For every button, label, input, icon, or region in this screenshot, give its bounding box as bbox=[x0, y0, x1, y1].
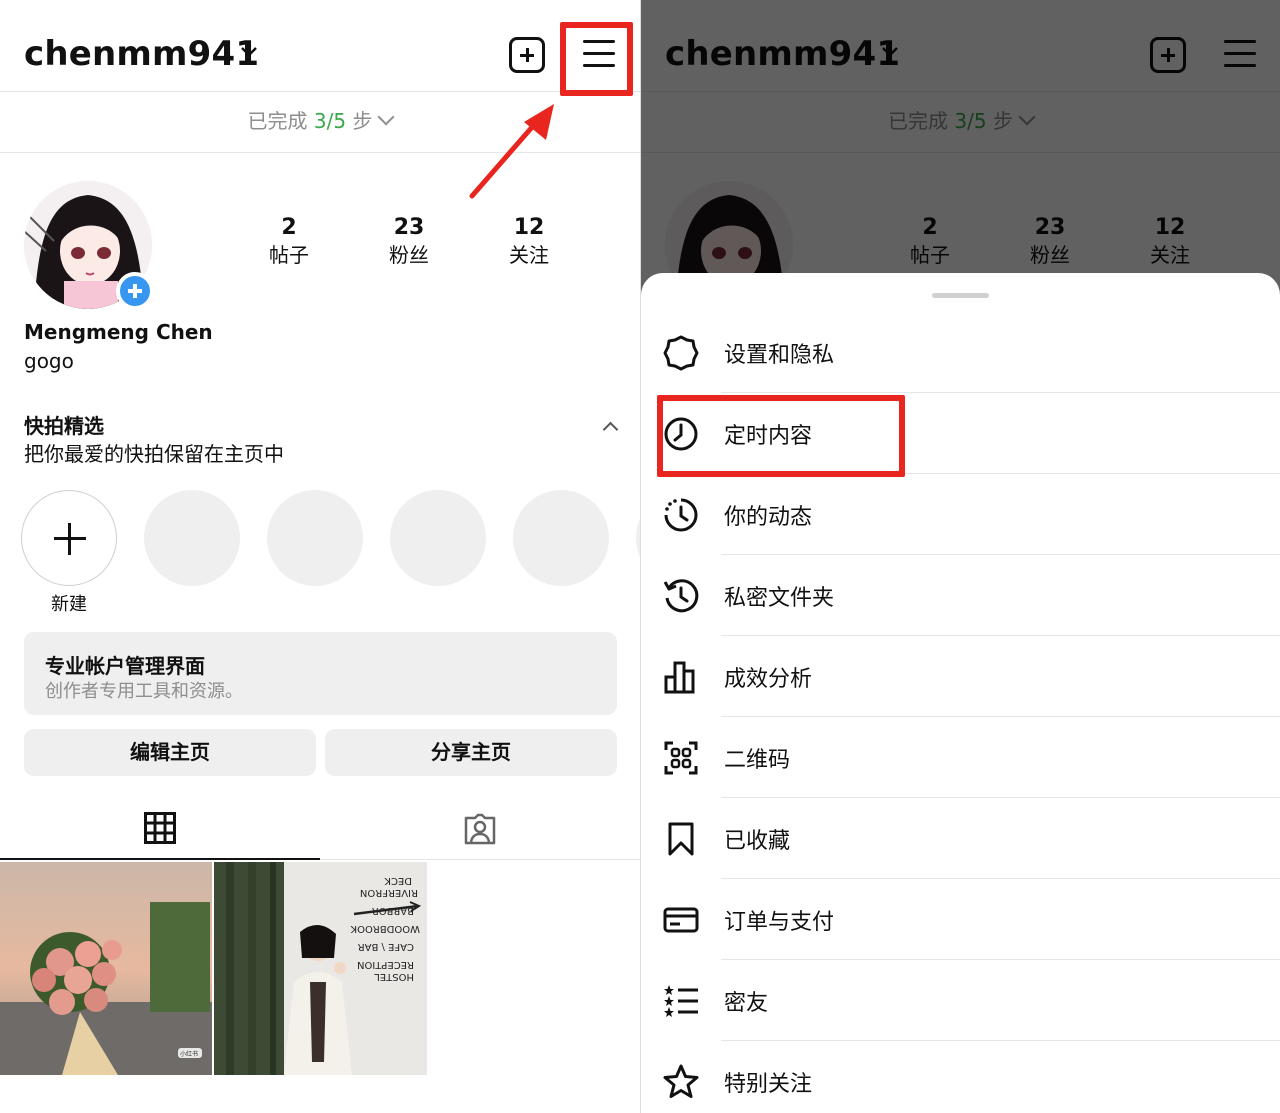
progress-prefix: 已完成 bbox=[247, 109, 308, 133]
sign-line: HOSTEL bbox=[374, 971, 414, 982]
stat-number: 12 bbox=[513, 215, 545, 240]
stat-number: 23 bbox=[393, 215, 425, 240]
new-highlight-label: 新建 bbox=[51, 594, 87, 615]
highlights-subtitle: 把你最爱的快拍保留在主页中 bbox=[24, 442, 284, 466]
qr-code-icon bbox=[664, 741, 698, 775]
highlight-placeholder bbox=[144, 490, 240, 586]
highlight-placeholder bbox=[513, 490, 609, 586]
sign-line: RECEPTION bbox=[357, 959, 414, 970]
stat-posts[interactable]: 2 帖子 bbox=[234, 214, 344, 268]
menu-item-saved[interactable]: 已收藏 bbox=[641, 799, 1280, 879]
menu-item-archive[interactable]: 私密文件夹 bbox=[641, 556, 1280, 636]
sign-line: RIVERFRON bbox=[360, 887, 418, 898]
new-highlight-button[interactable] bbox=[21, 490, 117, 586]
separator bbox=[721, 635, 1280, 636]
sign-line: CAFE \ BAR bbox=[358, 941, 414, 952]
separator bbox=[721, 392, 1280, 393]
menu-item-label: 私密文件夹 bbox=[724, 586, 835, 611]
grid-icon[interactable] bbox=[144, 812, 176, 844]
sheet-drag-handle[interactable] bbox=[932, 293, 989, 298]
post-thumbnail[interactable]: HOSTEL RECEPTION CAFE \ BAR WOODBROOK BA… bbox=[214, 862, 427, 1075]
highlight-annotation-box bbox=[657, 395, 905, 477]
menu-item-qr-code[interactable]: 二维码 bbox=[641, 718, 1280, 798]
sign-line: BARBOR bbox=[372, 905, 414, 916]
bar-chart-icon bbox=[664, 661, 695, 694]
menu-item-label: 已收藏 bbox=[724, 829, 791, 854]
menu-item-label: 密友 bbox=[724, 991, 769, 1016]
menu-item-favorites[interactable]: 特别关注 bbox=[641, 1042, 1280, 1113]
menu-item-close-friends[interactable]: 密友 bbox=[641, 961, 1280, 1041]
separator bbox=[721, 716, 1280, 717]
menu-item-label: 订单与支付 bbox=[724, 910, 835, 935]
menu-item-settings[interactable]: 设置和隐私 bbox=[641, 313, 1280, 393]
profile-header: chenmm941 bbox=[0, 0, 640, 92]
archive-history-icon bbox=[663, 579, 699, 613]
tagged-person-icon[interactable] bbox=[463, 812, 497, 846]
credit-card-icon bbox=[663, 907, 699, 933]
add-story-plus-icon[interactable] bbox=[116, 272, 154, 310]
separator bbox=[721, 797, 1280, 798]
separator bbox=[721, 959, 1280, 960]
menu-item-label: 成效分析 bbox=[724, 667, 813, 692]
highlight-placeholder bbox=[267, 490, 363, 586]
share-profile-button[interactable]: 分享主页 bbox=[325, 729, 617, 776]
bio: gogo bbox=[24, 349, 74, 373]
progress-value: 3/5 bbox=[313, 109, 347, 133]
stat-followers[interactable]: 23 粉丝 bbox=[354, 214, 464, 268]
stat-label: 粉丝 bbox=[389, 243, 429, 267]
sign-line: DECK bbox=[384, 875, 412, 886]
menu-item-label: 二维码 bbox=[724, 748, 791, 773]
post-badge: 小红书 bbox=[180, 1050, 198, 1058]
bookmark-icon bbox=[668, 822, 694, 856]
stat-number: 2 bbox=[281, 215, 297, 240]
active-tab-indicator bbox=[0, 858, 320, 860]
menu-item-your-activity[interactable]: 你的动态 bbox=[641, 475, 1280, 555]
stat-following[interactable]: 12 关注 bbox=[474, 214, 584, 268]
edit-profile-button[interactable]: 编辑主页 bbox=[24, 729, 316, 776]
tab-divider bbox=[320, 859, 640, 860]
hostel-wall-photo: HOSTEL RECEPTION CAFE \ BAR WOODBROOK BA… bbox=[214, 862, 427, 1075]
separator bbox=[721, 1040, 1280, 1041]
post-thumbnail[interactable]: 小红书 bbox=[0, 862, 212, 1075]
menu-item-label: 特别关注 bbox=[724, 1072, 813, 1097]
create-post-icon[interactable] bbox=[509, 37, 545, 73]
menu-item-orders-payments[interactable]: 订单与支付 bbox=[641, 880, 1280, 960]
menu-screen: chenmm941 已完成 3/5 步 2 帖子 23 粉丝 12 关注 bbox=[641, 0, 1280, 1113]
username-switcher[interactable]: chenmm941 bbox=[24, 34, 259, 74]
highlights-title: 快拍精选 bbox=[24, 414, 104, 438]
close-friends-list-icon bbox=[664, 985, 698, 1017]
sign-line: WOODBROOK bbox=[350, 923, 420, 934]
full-name: Mengmeng Chen bbox=[24, 320, 213, 344]
star-icon bbox=[663, 1064, 699, 1098]
separator bbox=[721, 878, 1280, 879]
stat-label: 帖子 bbox=[269, 243, 309, 267]
highlight-placeholder bbox=[390, 490, 486, 586]
chevron-down-icon bbox=[377, 108, 395, 126]
menu-item-label: 设置和隐私 bbox=[724, 343, 835, 368]
progress-suffix: 步 bbox=[352, 109, 373, 133]
activity-clock-icon bbox=[664, 498, 698, 532]
separator bbox=[721, 554, 1280, 555]
settings-gear-icon bbox=[663, 335, 699, 371]
roses-photo: 小红书 bbox=[0, 862, 212, 1075]
menu-item-insights[interactable]: 成效分析 bbox=[641, 637, 1280, 717]
pro-dashboard-subtitle: 创作者专用工具和资源。 bbox=[45, 681, 243, 702]
pro-dashboard-title: 专业帐户管理界面 bbox=[45, 654, 205, 678]
stat-label: 关注 bbox=[509, 243, 549, 267]
menu-item-label: 你的动态 bbox=[724, 505, 813, 530]
chevron-down-icon[interactable] bbox=[240, 46, 258, 58]
professional-dashboard-card[interactable]: 专业帐户管理界面 创作者专用工具和资源。 bbox=[24, 632, 617, 715]
profile-screen: chenmm941 已完成 3/5 步 2 帖子 23 粉丝 12 关注 Men… bbox=[0, 0, 640, 1113]
red-arrow-annotation bbox=[469, 104, 554, 199]
chevron-up-icon[interactable] bbox=[602, 421, 619, 438]
highlight-annotation-box bbox=[560, 22, 633, 96]
